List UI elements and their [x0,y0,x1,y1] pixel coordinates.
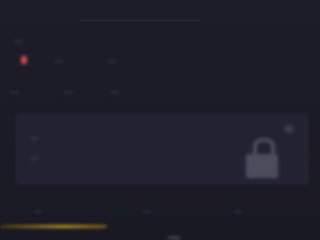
lock-icon [244,136,280,180]
tab-primary[interactable]: ... [108,55,117,65]
app-window: ... ... ... ... ... ... ... ... ... ... … [0,0,320,240]
footer-right[interactable]: ... [234,205,243,215]
footer-mid[interactable]: ... [142,205,151,215]
list-item-c[interactable]: ... [110,86,119,96]
close-icon[interactable] [285,125,293,133]
section-label: ... [54,55,63,65]
card-line-1: ... [30,132,39,142]
page-title: ... [14,35,23,45]
divider [80,20,200,21]
progress-bar [0,225,107,228]
card-line-2: ... [30,152,39,162]
footer-left[interactable]: ... [34,205,43,215]
list-item-b[interactable]: ... [64,86,73,96]
list-item-a[interactable]: ... [10,86,19,96]
bottom-tab[interactable] [168,236,180,240]
alert-dot [21,56,27,64]
